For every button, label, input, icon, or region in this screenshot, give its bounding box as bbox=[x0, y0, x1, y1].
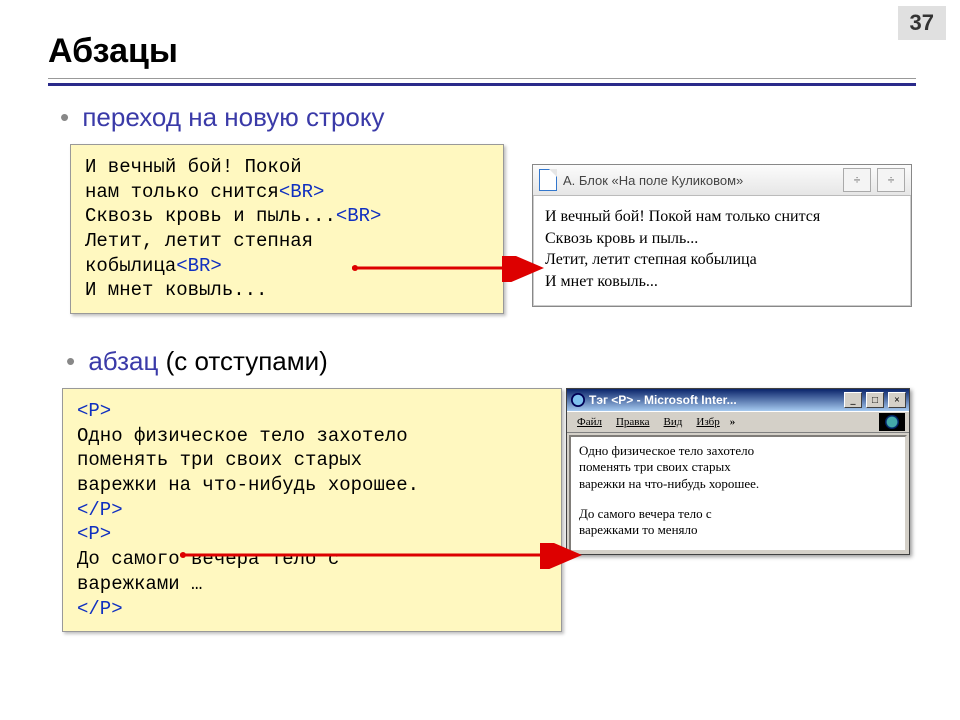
code-line: поменять три своих старых bbox=[77, 449, 362, 471]
code-line: варежки на что-нибудь хорошее. bbox=[77, 474, 419, 496]
p-close-tag: </P> bbox=[77, 499, 123, 521]
ie-menubar: Файл Правка Вид Избр » bbox=[567, 411, 909, 433]
bullet2-word: абзац bbox=[88, 346, 158, 376]
code-example-p: <P> Одно физическое тело захотело поменя… bbox=[62, 388, 562, 632]
code-line: И вечный бой! Покой bbox=[85, 156, 302, 178]
code-line: И мнет ковыль... bbox=[85, 279, 267, 301]
bullet-newline: переход на новую строку bbox=[60, 102, 385, 133]
br-tag: <BR> bbox=[176, 255, 222, 277]
bullet2-paren: (с отступами) bbox=[166, 346, 328, 376]
titlebar-button[interactable]: ÷ bbox=[843, 168, 871, 192]
code-example-br: И вечный бой! Покой нам только снится<BR… bbox=[70, 144, 504, 314]
code-line: нам только снится bbox=[85, 181, 279, 203]
titlebar-button[interactable]: ÷ bbox=[877, 168, 905, 192]
ie-paragraph: Одно физическое тело захотело поменять т… bbox=[579, 443, 897, 492]
rendered-line: И мнет ковыль... bbox=[545, 271, 899, 293]
minimize-button[interactable]: _ bbox=[844, 392, 862, 408]
maximize-button[interactable]: □ bbox=[866, 392, 884, 408]
p-close-tag: </P> bbox=[77, 598, 123, 620]
code-line: Летит, летит степная bbox=[85, 230, 313, 252]
menu-overflow[interactable]: » bbox=[730, 416, 736, 428]
br-tag: <BR> bbox=[279, 181, 325, 203]
code-line: Сквозь кровь и пыль... bbox=[85, 205, 336, 227]
menu-file[interactable]: Файл bbox=[571, 414, 608, 430]
browser-preview-1: А. Блок «На поле Куликовом» ÷ ÷ И вечный… bbox=[532, 164, 912, 307]
rendered-line: И вечный бой! Покой нам только снится bbox=[545, 206, 899, 228]
ie-icon bbox=[571, 393, 585, 407]
menu-edit[interactable]: Правка bbox=[610, 414, 656, 430]
p-open-tag: <P> bbox=[77, 523, 111, 545]
page-number: 37 bbox=[898, 6, 946, 40]
p-open-tag: <P> bbox=[77, 400, 111, 422]
code-line: До самого вечера тело с bbox=[77, 548, 339, 570]
menu-fav[interactable]: Избр bbox=[690, 414, 725, 430]
code-line: варежками … bbox=[77, 573, 202, 595]
browser1-titlebar: А. Блок «На поле Куликовом» ÷ ÷ bbox=[533, 165, 911, 196]
ie-title: Тэг <P> - Microsoft Inter... bbox=[589, 393, 737, 407]
ie-window: Тэг <P> - Microsoft Inter... _ □ × Файл … bbox=[566, 388, 910, 555]
ie-paragraph: До самого вечера тело с варежками то мен… bbox=[579, 506, 897, 539]
code-line: кобылица bbox=[85, 255, 176, 277]
rendered-line: Сквозь кровь и пыль... bbox=[545, 228, 899, 250]
br-tag: <BR> bbox=[336, 205, 382, 227]
code-line: Одно физическое тело захотело bbox=[77, 425, 408, 447]
title-underline bbox=[48, 78, 916, 86]
menu-view[interactable]: Вид bbox=[658, 414, 689, 430]
rendered-line: Летит, летит степная кобылица bbox=[545, 249, 899, 271]
browser1-title: А. Блок «На поле Куликовом» bbox=[563, 173, 743, 188]
close-button[interactable]: × bbox=[888, 392, 906, 408]
bullet-paragraph: абзац (с отступами) bbox=[66, 346, 328, 377]
ie-titlebar: Тэг <P> - Microsoft Inter... _ □ × bbox=[567, 389, 909, 411]
ie-throbber-icon bbox=[879, 413, 905, 431]
slide-title: Абзацы bbox=[48, 32, 178, 71]
browser1-body: И вечный бой! Покой нам только снится Ск… bbox=[533, 196, 911, 306]
ie-body: Одно физическое тело захотело поменять т… bbox=[569, 435, 907, 552]
document-icon bbox=[539, 169, 557, 191]
